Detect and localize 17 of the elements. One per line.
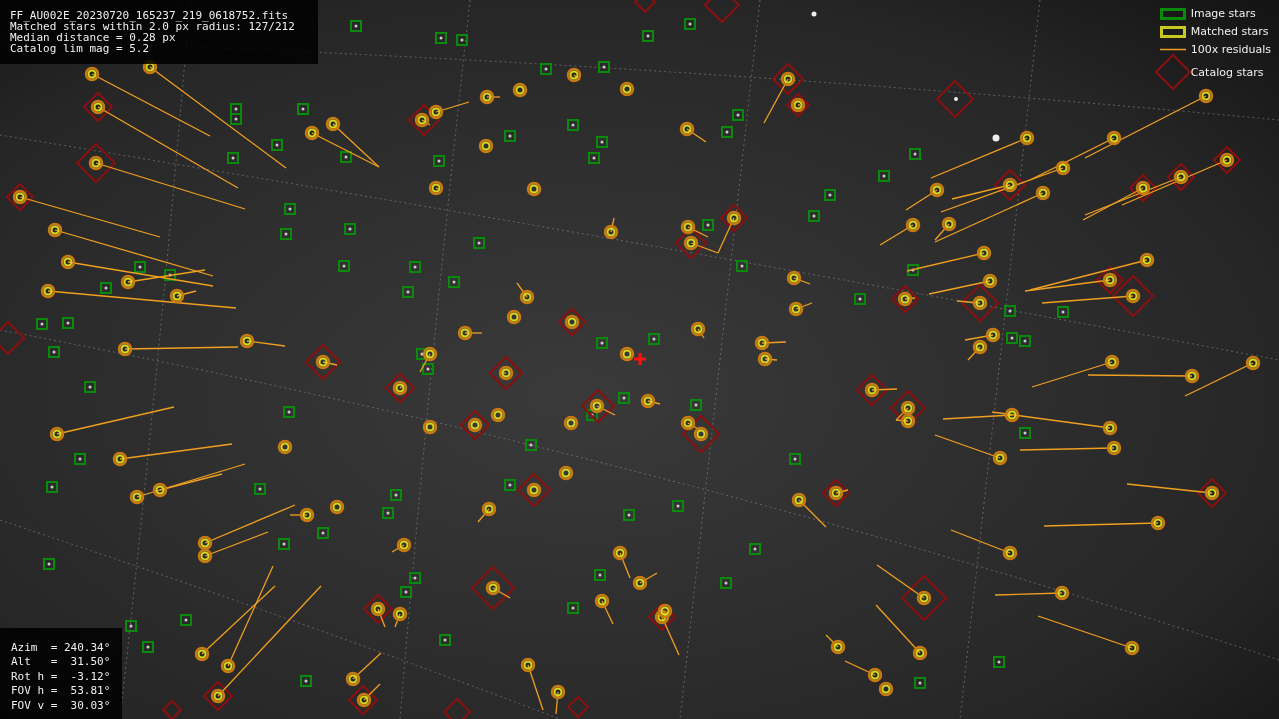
legend-label: Matched stars: [1190, 25, 1269, 38]
legend-label: Catalog stars: [1190, 65, 1264, 79]
info-text: Catalog lim mag = 5.2: [10, 43, 151, 54]
legend-label: Image stars: [1190, 7, 1256, 20]
line-icon: [1159, 48, 1186, 51]
info-text: FF_AU002E_20230720_165237_219_0618752.fits: [10, 10, 290, 21]
info-text: Median distance = 0.28 px: [10, 32, 176, 43]
outline-rect-icon: [1159, 25, 1186, 38]
rect-icon: [1159, 7, 1186, 20]
legend-label: 100x residuals: [1190, 43, 1271, 56]
pointing-text: Rot h = -3.12°: [11, 669, 111, 684]
pointing-text: Azim = 240.34°: [11, 640, 111, 655]
pointing-text: FOV v = 30.03°: [11, 698, 111, 713]
info-text: Matched stars within 2.0 px radius: 127/212: [10, 21, 296, 32]
diamond-icon: [1154, 54, 1191, 90]
pointing-text: FOV h = 53.81°: [11, 684, 111, 699]
pointing-text: Alt = 31.50°: [11, 655, 111, 670]
